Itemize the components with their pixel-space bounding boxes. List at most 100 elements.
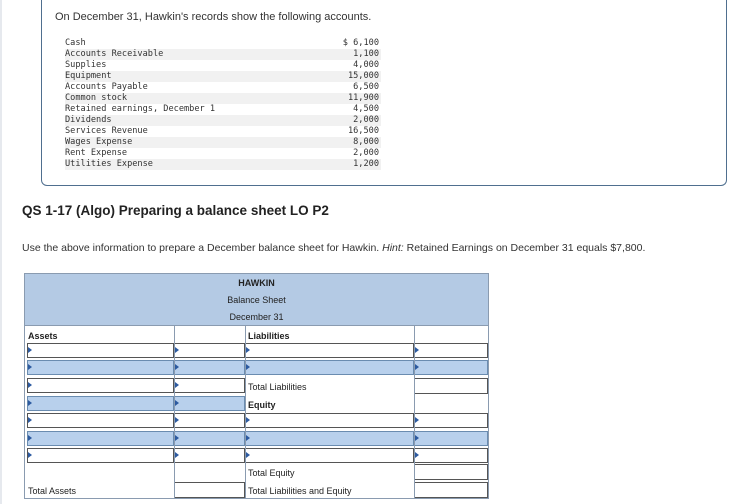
dropdown-arrow-icon [28, 452, 32, 458]
total-liabilities-label: Total Liabilities [248, 382, 307, 392]
dropdown-arrow-icon [415, 435, 419, 441]
dropdown-arrow-icon [415, 452, 419, 458]
dropdown-arrow-icon [175, 347, 179, 353]
dropdown-arrow-icon [246, 364, 250, 370]
asset-account-select[interactable] [27, 378, 174, 393]
account-amount: 4,500 [353, 104, 379, 114]
statement-date: December 31 [25, 309, 488, 326]
statement-title: Balance Sheet [25, 292, 488, 309]
account-row: Rent Expense 2,000 [65, 148, 381, 159]
equity-amount-input[interactable] [414, 413, 488, 428]
instruction-text: Use the above information to prepare a D… [22, 242, 645, 254]
asset-amount-input[interactable] [174, 396, 245, 411]
account-row: Services Revenue 16,500 [65, 126, 381, 137]
asset-account-select[interactable] [27, 360, 174, 375]
asset-account-select[interactable] [27, 343, 174, 358]
account-row: Retained earnings, December 1 4,500 [65, 104, 381, 115]
dropdown-arrow-icon [246, 417, 250, 423]
total-liabilities-equity-label: Total Liabilities and Equity [248, 486, 352, 496]
equity-amount-input[interactable] [414, 431, 488, 446]
asset-account-select[interactable] [27, 431, 174, 446]
accounts-list: Cash $ 6,100 Accounts Receivable 1,100 Suppl… [65, 38, 381, 170]
dropdown-arrow-icon [28, 435, 32, 441]
equity-amount-input[interactable] [414, 448, 488, 463]
dropdown-arrow-icon [246, 452, 250, 458]
total-assets-label: Total Assets [28, 486, 77, 496]
dropdown-arrow-icon [28, 347, 32, 353]
asset-amount-input[interactable] [174, 343, 245, 358]
account-name: Equipment [65, 71, 112, 81]
dropdown-arrow-icon [415, 417, 419, 423]
liability-account-select[interactable] [245, 343, 414, 358]
account-row: Cash $ 6,100 [65, 38, 381, 49]
account-row: Accounts Payable 6,500 [65, 82, 381, 93]
column-divider [414, 326, 415, 498]
dropdown-arrow-icon [175, 364, 179, 370]
account-amount: 8,000 [353, 137, 379, 147]
account-name: Accounts Receivable [65, 49, 164, 59]
dropdown-arrow-icon [175, 417, 179, 423]
hint-label: Hint: [382, 242, 404, 254]
company-name: HAWKIN [25, 274, 488, 292]
liabilities-heading: Liabilities [248, 331, 290, 341]
account-amount: 11,900 [347, 93, 379, 103]
dropdown-arrow-icon [28, 382, 32, 388]
equity-account-select[interactable] [245, 448, 414, 463]
account-row: Supplies 4,000 [65, 60, 381, 71]
account-name: Dividends [65, 115, 112, 125]
left-edge-divider [0, 0, 2, 504]
equity-account-select[interactable] [245, 413, 414, 428]
dropdown-arrow-icon [28, 364, 32, 370]
question-title: QS 1-17 (Algo) Preparing a balance sheet… [22, 203, 329, 218]
asset-amount-input[interactable] [174, 431, 245, 446]
asset-amount-input[interactable] [174, 448, 245, 463]
account-name: Cash [65, 38, 86, 48]
balance-sheet-form: HAWKIN Balance Sheet December 31 Assets … [24, 273, 489, 499]
asset-account-select[interactable] [27, 396, 174, 411]
dropdown-arrow-icon [246, 435, 250, 441]
assets-heading: Assets [28, 331, 58, 341]
account-row: Wages Expense 8,000 [65, 137, 381, 148]
account-row: Accounts Receivable 1,100 [65, 49, 381, 60]
equity-account-select[interactable] [245, 431, 414, 446]
total-liabilities-equity-input[interactable] [414, 482, 488, 498]
asset-account-select[interactable] [27, 448, 174, 463]
account-row: Common stock 11,900 [65, 93, 381, 104]
liability-account-select[interactable] [245, 360, 414, 375]
account-amount: 4,000 [353, 60, 379, 70]
account-row: Equipment 15,000 [65, 71, 381, 82]
instruction-main: Use the above information to prepare a D… [22, 242, 383, 254]
asset-amount-input[interactable] [174, 413, 245, 428]
total-assets-input[interactable] [174, 482, 245, 498]
liability-amount-input[interactable] [414, 360, 488, 375]
account-name: Wages Expense [65, 137, 133, 147]
total-liabilities-input[interactable] [414, 378, 488, 394]
account-name: Common stock [65, 93, 128, 103]
account-name: Accounts Payable [65, 82, 148, 92]
asset-amount-input[interactable] [174, 378, 245, 393]
column-divider [245, 326, 246, 498]
dropdown-arrow-icon [175, 382, 179, 388]
dropdown-arrow-icon [246, 347, 250, 353]
dropdown-arrow-icon [175, 435, 179, 441]
account-amount: 2,000 [353, 115, 379, 125]
asset-amount-input[interactable] [174, 360, 245, 375]
account-amount: 1,100 [353, 49, 379, 59]
account-row: Utilities Expense 1,200 [65, 159, 381, 170]
account-amount: 1,200 [353, 159, 379, 169]
liability-amount-input[interactable] [414, 343, 488, 358]
account-name: Supplies [65, 60, 107, 70]
dropdown-arrow-icon [175, 400, 179, 406]
dropdown-arrow-icon [415, 364, 419, 370]
account-amount: $ 6,100 [342, 38, 379, 48]
account-name: Services Revenue [65, 126, 148, 136]
account-name: Utilities Expense [65, 159, 153, 169]
account-name: Rent Expense [65, 148, 128, 158]
hint-text: Retained Earnings on December 31 equals … [403, 242, 646, 254]
account-amount: 2,000 [353, 148, 379, 158]
total-equity-input[interactable] [414, 464, 488, 480]
total-equity-label: Total Equity [248, 468, 295, 478]
account-name: Retained earnings, December 1 [65, 104, 216, 114]
column-divider [174, 326, 175, 498]
asset-account-select[interactable] [27, 413, 174, 428]
